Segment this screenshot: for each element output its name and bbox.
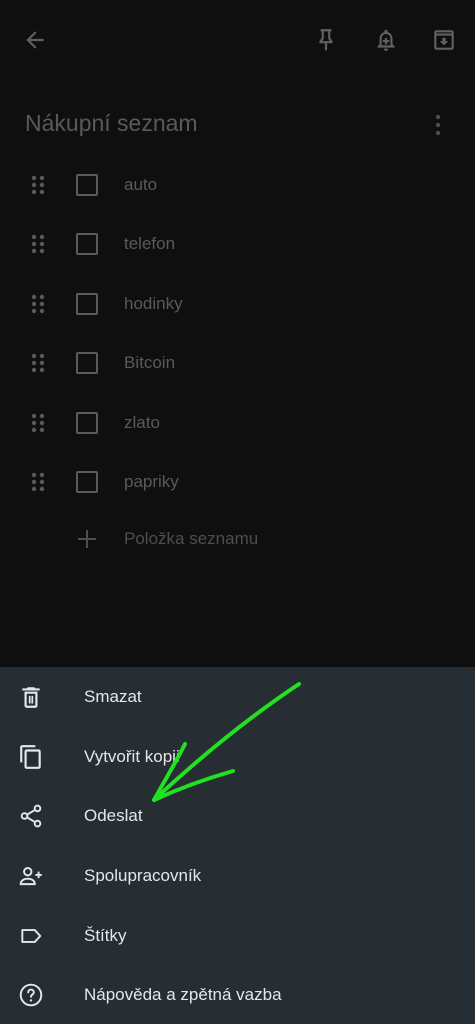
more-vert-icon <box>435 114 441 136</box>
item-checkbox[interactable] <box>76 470 98 493</box>
list-item: auto <box>0 155 475 214</box>
archive-icon <box>434 30 454 50</box>
back-button[interactable] <box>15 20 55 60</box>
item-checkbox[interactable] <box>76 174 98 196</box>
archive-button[interactable] <box>424 20 464 60</box>
help-icon <box>16 980 46 1010</box>
drag-handle-icon[interactable] <box>28 412 48 434</box>
trash-icon <box>16 682 46 712</box>
list-item: Bitcoin <box>0 333 475 392</box>
list-item: zlato <box>0 393 475 452</box>
menu-label: Vytvořit kopii <box>84 747 180 766</box>
drag-handle-icon[interactable] <box>28 233 48 255</box>
menu-label: Štítky <box>84 926 127 945</box>
drag-handle-icon[interactable] <box>28 352 48 374</box>
list-item: papriky <box>0 452 475 511</box>
add-person-icon <box>16 861 46 891</box>
add-item-label: Položka seznamu <box>124 529 259 549</box>
add-list-item[interactable]: Položka seznamu <box>0 511 475 570</box>
menu-label: Nápověda a zpětná vazba <box>84 985 282 1004</box>
item-checkbox[interactable] <box>76 352 98 375</box>
menu-label: Odeslat <box>84 806 143 825</box>
menu-item-help[interactable]: Nápověda a zpětná vazba <box>0 965 475 1024</box>
more-options-button[interactable] <box>424 108 452 142</box>
list-item: hodinky <box>0 274 475 333</box>
list-item: telefon <box>0 214 475 273</box>
item-checkbox[interactable] <box>76 233 98 256</box>
menu-label: Spolupracovník <box>84 866 202 885</box>
drag-handle-icon[interactable] <box>28 471 48 493</box>
bell-plus-icon <box>377 29 395 51</box>
note-title[interactable]: Nákupní seznam <box>25 110 198 137</box>
menu-item-send[interactable]: Odeslat <box>0 786 475 845</box>
item-label[interactable]: zlato <box>124 413 160 433</box>
reminder-button[interactable] <box>366 20 406 60</box>
item-label[interactable]: hodinky <box>124 294 183 314</box>
pin-button[interactable] <box>306 20 346 60</box>
top-app-bar <box>0 0 475 80</box>
item-label[interactable]: papriky <box>124 472 179 492</box>
menu-item-labels[interactable]: Štítky <box>0 906 475 965</box>
menu-item-copy[interactable]: Vytvořit kopii <box>0 727 475 786</box>
checklist: auto telefon hodinky Bitcoin zlato papri… <box>0 155 475 570</box>
drag-handle-icon[interactable] <box>28 293 48 315</box>
copy-icon <box>16 742 46 772</box>
back-arrow-icon <box>26 31 44 49</box>
menu-item-delete[interactable]: Smazat <box>0 667 475 726</box>
item-checkbox[interactable] <box>76 411 98 434</box>
label-icon <box>16 921 46 951</box>
share-icon <box>16 801 46 831</box>
pin-icon <box>319 29 333 51</box>
item-label[interactable]: telefon <box>124 234 175 254</box>
menu-label: Smazat <box>84 687 142 706</box>
plus-icon <box>78 530 96 549</box>
item-checkbox[interactable] <box>76 292 98 315</box>
menu-item-collaborator[interactable]: Spolupracovník <box>0 846 475 905</box>
item-label[interactable]: Bitcoin <box>124 353 175 373</box>
drag-handle-icon[interactable] <box>28 174 48 196</box>
item-label[interactable]: auto <box>124 175 157 195</box>
options-bottom-sheet: Smazat Vytvořit kopii Odeslat Spolupraco… <box>0 667 475 1024</box>
